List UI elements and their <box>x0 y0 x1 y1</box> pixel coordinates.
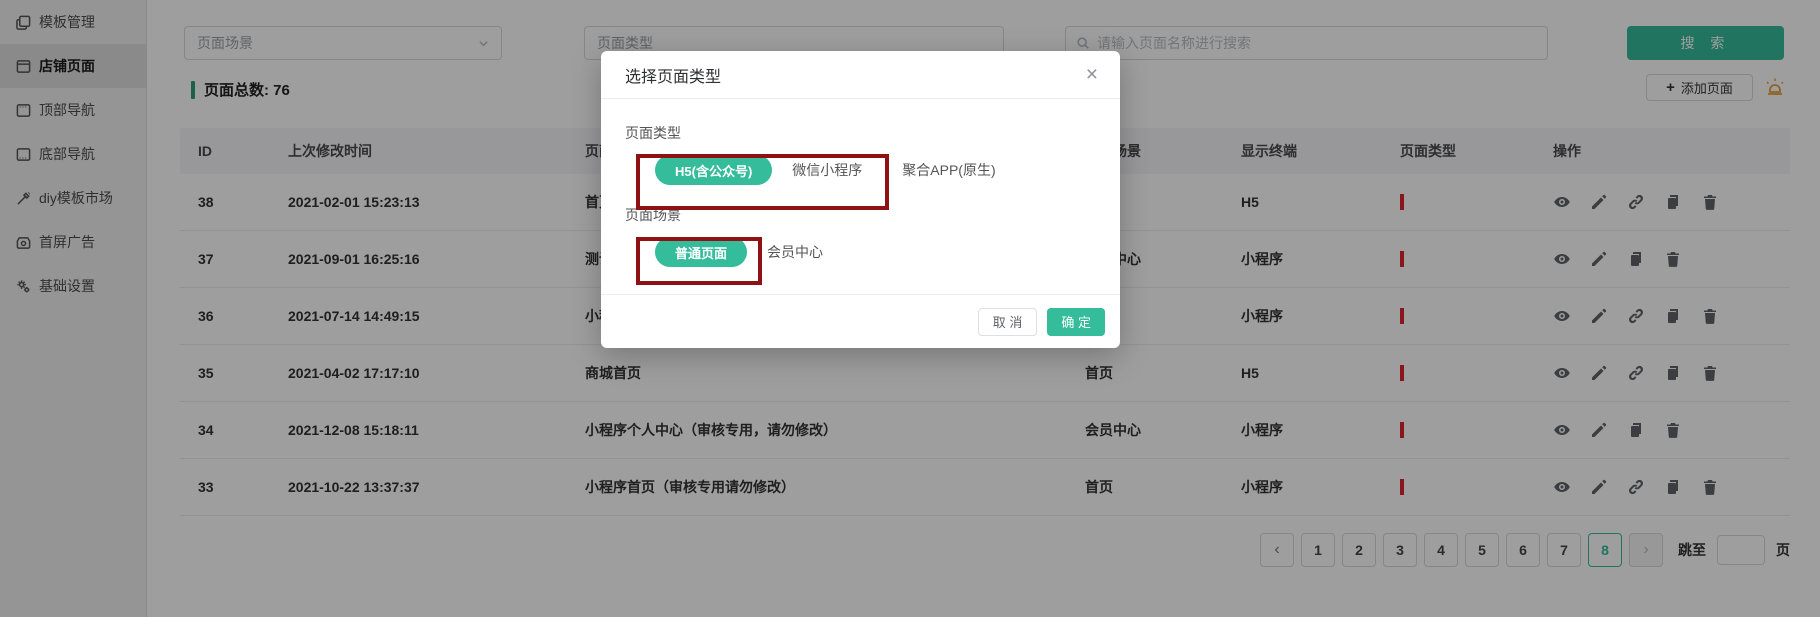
dialog-title: 选择页面类型 <box>625 63 721 87</box>
select-page-type-dialog: 选择页面类型 × 页面类型 H5(含公众号) 微信小程序 聚合APP(原生) 页… <box>601 51 1120 348</box>
option-h5-selected[interactable]: H5(含公众号) <box>655 155 772 185</box>
close-icon[interactable]: × <box>1086 64 1098 85</box>
page-type-options: H5(含公众号) 微信小程序 聚合APP(原生) <box>625 155 1096 185</box>
confirm-button[interactable]: 确 定 <box>1047 308 1105 336</box>
option-member-center[interactable]: 会员中心 <box>767 242 823 262</box>
cancel-button[interactable]: 取 消 <box>978 308 1038 336</box>
option-native-app[interactable]: 聚合APP(原生) <box>902 160 995 180</box>
dialog-footer: 取 消 确 定 <box>601 294 1120 348</box>
option-normal-page-selected[interactable]: 普通页面 <box>655 237 747 267</box>
page-scene-section-label: 页面场景 <box>625 205 1096 225</box>
page-type-section-label: 页面类型 <box>625 123 1096 143</box>
page-scene-options: 普通页面 会员中心 <box>625 237 1096 267</box>
dialog-body: 页面类型 H5(含公众号) 微信小程序 聚合APP(原生) 页面场景 普通页面 … <box>601 99 1120 267</box>
dialog-header: 选择页面类型 × <box>601 51 1120 99</box>
option-wechat-miniprogram[interactable]: 微信小程序 <box>792 160 862 180</box>
